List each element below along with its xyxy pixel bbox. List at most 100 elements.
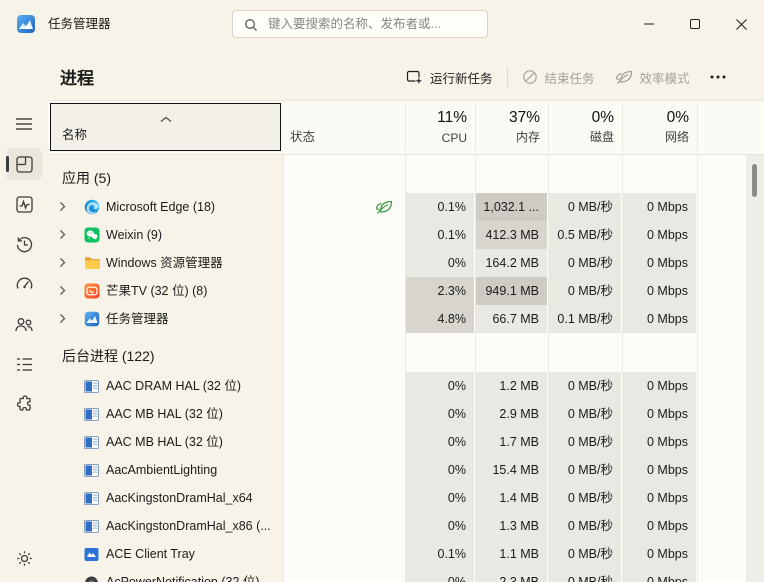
name-column-header[interactable]: 名称 — [50, 103, 281, 151]
expand-chevron-icon[interactable] — [59, 201, 66, 212]
task-manager-logo-icon — [16, 14, 36, 34]
table-row[interactable]: AAC DRAM HAL (32 位)0%1.2 MB0 MB/秒0 Mbps — [48, 372, 746, 400]
memory-cell: 412.3 MB — [476, 221, 547, 249]
titlebar: 任务管理器 — [0, 0, 764, 48]
cpu-cell: 0.1% — [406, 540, 474, 568]
table-row[interactable]: AacKingstonDramHal_x86 (...0%1.3 MB0 MB/… — [48, 512, 746, 540]
efficiency-mode-button[interactable]: 效率模式 — [605, 62, 700, 92]
status-column-header[interactable]: 状态 — [290, 126, 315, 145]
minimize-button[interactable] — [626, 0, 672, 48]
run-new-task-button[interactable]: 运行新任务 — [396, 62, 503, 92]
column-header-网络[interactable]: 0%网络 — [622, 101, 697, 154]
sidebar-item-services[interactable] — [6, 388, 42, 420]
table-row[interactable]: ACE Client Tray0.1%1.1 MB0 MB/秒0 Mbps — [48, 540, 746, 568]
cpu-cell: 4.8% — [406, 305, 474, 333]
menu-icon — [15, 117, 33, 131]
column-total-percent: 37% — [509, 109, 540, 127]
mgtv-icon — [84, 283, 101, 299]
table-row[interactable]: 芒果TV (32 位) (8)2.3%949.1 MB0 MB/秒0 Mbps — [48, 277, 746, 305]
table-row[interactable]: AcPowerNotification (32 位)0%2.3 MB0 MB/秒… — [48, 568, 746, 582]
search-box[interactable] — [232, 10, 488, 38]
maximize-button[interactable] — [672, 0, 718, 48]
generic-icon — [84, 518, 101, 534]
cpu-cell: 0.1% — [406, 221, 474, 249]
sidebar-item-menu[interactable] — [6, 108, 42, 140]
users-icon — [14, 315, 34, 334]
memory-cell: 164.2 MB — [476, 249, 547, 277]
disk-cell: 0.5 MB/秒 — [549, 221, 621, 249]
sidebar-item-performance[interactable] — [6, 188, 42, 220]
network-cell: 0 Mbps — [623, 512, 696, 540]
sidebar-item-users[interactable] — [6, 308, 42, 340]
disk-cell: 0 MB/秒 — [549, 568, 621, 582]
cpu-cell: 0% — [406, 428, 474, 456]
scrollbar-thumb[interactable] — [752, 164, 757, 197]
table-row[interactable]: AacKingstonDramHal_x640%1.4 MB0 MB/秒0 Mb… — [48, 484, 746, 512]
expand-chevron-icon[interactable] — [59, 285, 66, 296]
end-task-button[interactable]: 结束任务 — [512, 62, 605, 92]
column-header-磁盘[interactable]: 0%磁盘 — [548, 101, 622, 154]
vertical-scrollbar[interactable] — [746, 155, 764, 582]
memory-cell: 1.3 MB — [476, 512, 547, 540]
disk-cell: 0 MB/秒 — [549, 193, 621, 221]
memory-cell: 1.7 MB — [476, 428, 547, 456]
table-row[interactable]: 任务管理器4.8%66.7 MB0.1 MB/秒0 Mbps — [48, 305, 746, 333]
process-name: AcPowerNotification (32 位) — [106, 568, 260, 582]
table-row[interactable]: AAC MB HAL (32 位)0%1.7 MB0 MB/秒0 Mbps — [48, 428, 746, 456]
cpu-cell: 0% — [406, 400, 474, 428]
generic-icon — [84, 378, 101, 394]
process-name: ACE Client Tray — [106, 540, 195, 568]
column-header-CPU[interactable]: 11%CPU — [405, 101, 475, 154]
cpu-cell: 0% — [406, 484, 474, 512]
expand-chevron-icon[interactable] — [59, 229, 66, 240]
generic-icon — [84, 462, 101, 478]
column-total-percent: 0% — [592, 109, 614, 127]
close-button[interactable] — [718, 0, 764, 48]
network-cell: 0 Mbps — [623, 568, 696, 582]
table-row[interactable]: Windows 资源管理器0%164.2 MB0 MB/秒0 Mbps — [48, 249, 746, 277]
column-total-percent: 0% — [667, 109, 689, 127]
window-controls — [626, 0, 764, 48]
generic-icon — [84, 490, 101, 506]
new-task-icon — [406, 69, 423, 85]
column-label: 磁盘 — [590, 128, 614, 145]
generic-icon — [84, 406, 101, 422]
search-input[interactable] — [266, 16, 487, 32]
disk-cell: 0 MB/秒 — [549, 400, 621, 428]
table-row[interactable]: Weixin (9)0.1%412.3 MB0.5 MB/秒0 Mbps — [48, 221, 746, 249]
column-label: CPU — [442, 131, 467, 145]
disk-cell: 0 MB/秒 — [549, 512, 621, 540]
table-row[interactable]: AAC MB HAL (32 位)0%2.9 MB0 MB/秒0 Mbps — [48, 400, 746, 428]
cpu-cell: 0% — [406, 372, 474, 400]
taskmgr-icon — [84, 311, 101, 327]
sidebar-item-startup-apps[interactable] — [6, 268, 42, 300]
sidebar-item-processes[interactable] — [6, 148, 42, 180]
cpu-cell: 0% — [406, 568, 474, 582]
ace-icon — [84, 546, 101, 562]
process-name: AacKingstonDramHal_x64 — [106, 484, 253, 512]
sidebar-item-settings[interactable] — [6, 542, 42, 574]
expand-chevron-icon[interactable] — [59, 257, 66, 268]
sidebar-item-app-history[interactable] — [6, 228, 42, 260]
table-row[interactable]: AacAmbientLighting0%15.4 MB0 MB/秒0 Mbps — [48, 456, 746, 484]
table-row[interactable]: Microsoft Edge (18)0.1%1,032.1 ...0 MB/秒… — [48, 193, 746, 221]
more-options-button[interactable] — [700, 62, 736, 92]
cpu-cell: 0.1% — [406, 193, 474, 221]
process-name: AAC MB HAL (32 位) — [106, 428, 223, 456]
disk-cell: 0 MB/秒 — [549, 372, 621, 400]
processes-icon — [15, 155, 34, 174]
network-cell: 0 Mbps — [623, 484, 696, 512]
column-label: 内存 — [516, 128, 540, 145]
disk-cell: 0.1 MB/秒 — [549, 305, 621, 333]
end-task-label: 结束任务 — [545, 68, 595, 87]
group-header: 后台进程 (122) — [62, 341, 155, 371]
acpower-icon — [84, 574, 101, 582]
sidebar — [0, 48, 48, 582]
toolbar-actions: 运行新任务 结束任务效率模式 — [396, 62, 736, 92]
selected-accent-bar — [6, 156, 9, 172]
memory-cell: 1.1 MB — [476, 540, 547, 568]
expand-chevron-icon[interactable] — [59, 313, 66, 324]
process-name: 任务管理器 — [106, 305, 169, 333]
sidebar-item-details[interactable] — [6, 348, 42, 380]
column-header-内存[interactable]: 37%内存 — [475, 101, 548, 154]
